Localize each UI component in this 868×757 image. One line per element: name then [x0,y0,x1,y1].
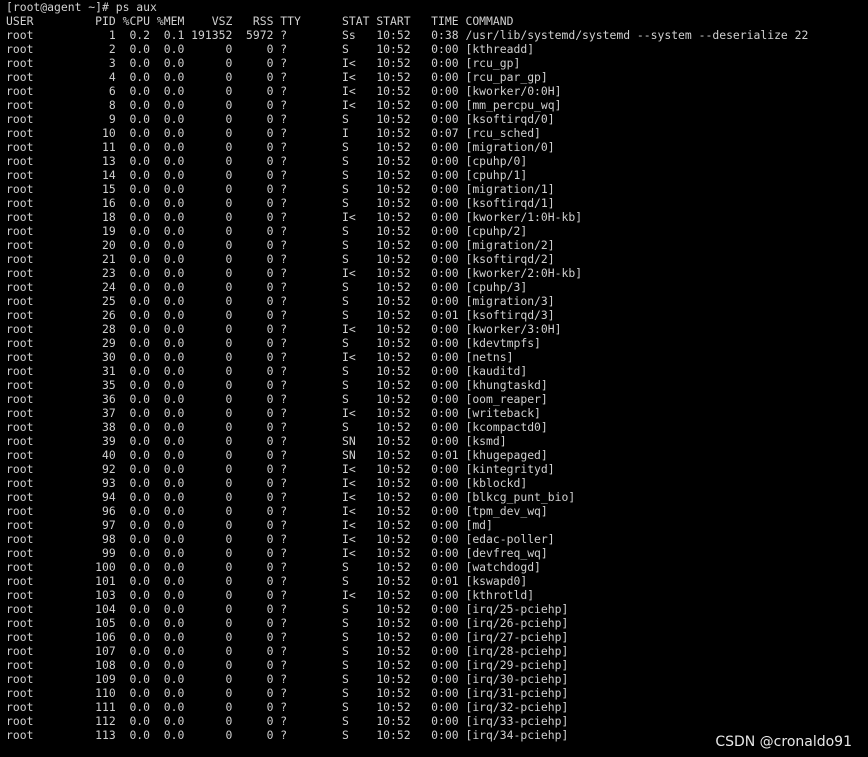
process-row: root 104 0.0 0.0 0 0 ? S 10:52 0:00 [irq… [6,602,569,616]
process-row: root 37 0.0 0.0 0 0 ? I< 10:52 0:00 [wri… [6,406,541,420]
process-row: root 29 0.0 0.0 0 0 ? S 10:52 0:00 [kdev… [6,336,541,350]
process-row: root 110 0.0 0.0 0 0 ? S 10:52 0:00 [irq… [6,686,569,700]
ps-header-row: USER PID %CPU %MEM VSZ RSS TTY STAT STAR… [6,14,514,28]
process-row: root 100 0.0 0.0 0 0 ? S 10:52 0:00 [wat… [6,560,541,574]
process-row: root 28 0.0 0.0 0 0 ? I< 10:52 0:00 [kwo… [6,322,562,336]
process-row: root 20 0.0 0.0 0 0 ? S 10:52 0:00 [migr… [6,238,555,252]
process-row: root 31 0.0 0.0 0 0 ? S 10:52 0:00 [kaud… [6,364,528,378]
process-row: root 92 0.0 0.0 0 0 ? I< 10:52 0:00 [kin… [6,462,555,476]
process-row: root 2 0.0 0.0 0 0 ? S 10:52 0:00 [kthre… [6,42,535,56]
process-row: root 93 0.0 0.0 0 0 ? I< 10:52 0:00 [kbl… [6,476,528,490]
process-row: root 19 0.0 0.0 0 0 ? S 10:52 0:00 [cpuh… [6,224,528,238]
process-row: root 4 0.0 0.0 0 0 ? I< 10:52 0:00 [rcu_… [6,70,548,84]
process-row: root 105 0.0 0.0 0 0 ? S 10:52 0:00 [irq… [6,616,569,630]
process-row: root 16 0.0 0.0 0 0 ? S 10:52 0:00 [ksof… [6,196,555,210]
csdn-watermark: CSDN @cronaldo91 [715,734,852,750]
process-row: root 39 0.0 0.0 0 0 ? SN 10:52 0:00 [ksm… [6,434,507,448]
process-row: root 30 0.0 0.0 0 0 ? I< 10:52 0:00 [net… [6,350,514,364]
process-row: root 109 0.0 0.0 0 0 ? S 10:52 0:00 [irq… [6,672,569,686]
process-row: root 112 0.0 0.0 0 0 ? S 10:52 0:00 [irq… [6,714,569,728]
process-row: root 94 0.0 0.0 0 0 ? I< 10:52 0:00 [blk… [6,490,576,504]
process-row: root 98 0.0 0.0 0 0 ? I< 10:52 0:00 [eda… [6,532,555,546]
process-row: root 36 0.0 0.0 0 0 ? S 10:52 0:00 [oom_… [6,392,548,406]
process-row: root 18 0.0 0.0 0 0 ? I< 10:52 0:00 [kwo… [6,210,583,224]
process-row: root 35 0.0 0.0 0 0 ? S 10:52 0:00 [khun… [6,378,548,392]
process-row: root 103 0.0 0.0 0 0 ? I< 10:52 0:00 [kt… [6,588,535,602]
process-row: root 108 0.0 0.0 0 0 ? S 10:52 0:00 [irq… [6,658,569,672]
process-row: root 15 0.0 0.0 0 0 ? S 10:52 0:00 [migr… [6,182,555,196]
process-row: root 97 0.0 0.0 0 0 ? I< 10:52 0:00 [md] [6,518,493,532]
process-row: root 13 0.0 0.0 0 0 ? S 10:52 0:00 [cpuh… [6,154,528,168]
process-row: root 26 0.0 0.0 0 0 ? S 10:52 0:01 [ksof… [6,308,555,322]
terminal-window[interactable]: [root@agent ~]# ps aux USER PID %CPU %ME… [0,0,868,757]
process-row: root 9 0.0 0.0 0 0 ? S 10:52 0:00 [ksoft… [6,112,555,126]
process-row: root 40 0.0 0.0 0 0 ? SN 10:52 0:01 [khu… [6,448,548,462]
process-row: root 23 0.0 0.0 0 0 ? I< 10:52 0:00 [kwo… [6,266,583,280]
process-row: root 96 0.0 0.0 0 0 ? I< 10:52 0:00 [tpm… [6,504,548,518]
process-row: root 10 0.0 0.0 0 0 ? I 10:52 0:07 [rcu_… [6,126,541,140]
process-row: root 38 0.0 0.0 0 0 ? S 10:52 0:00 [kcom… [6,420,548,434]
process-row: root 21 0.0 0.0 0 0 ? S 10:52 0:00 [ksof… [6,252,555,266]
process-row: root 8 0.0 0.0 0 0 ? I< 10:52 0:00 [mm_p… [6,98,562,112]
process-row: root 106 0.0 0.0 0 0 ? S 10:52 0:00 [irq… [6,630,569,644]
process-row: root 111 0.0 0.0 0 0 ? S 10:52 0:00 [irq… [6,700,569,714]
process-row: root 11 0.0 0.0 0 0 ? S 10:52 0:00 [migr… [6,140,555,154]
process-row: root 99 0.0 0.0 0 0 ? I< 10:52 0:00 [dev… [6,546,548,560]
process-row: root 6 0.0 0.0 0 0 ? I< 10:52 0:00 [kwor… [6,84,562,98]
process-row: root 1 0.2 0.1 191352 5972 ? Ss 10:52 0:… [6,28,809,42]
process-row: root 25 0.0 0.0 0 0 ? S 10:52 0:00 [migr… [6,294,555,308]
command-prompt: [root@agent ~]# ps aux [6,0,157,14]
process-row: root 107 0.0 0.0 0 0 ? S 10:52 0:00 [irq… [6,644,569,658]
process-list: root 1 0.2 0.1 191352 5972 ? Ss 10:52 0:… [6,28,868,742]
process-row: root 24 0.0 0.0 0 0 ? S 10:52 0:00 [cpuh… [6,280,528,294]
process-row: root 14 0.0 0.0 0 0 ? S 10:52 0:00 [cpuh… [6,168,528,182]
process-row: root 3 0.0 0.0 0 0 ? I< 10:52 0:00 [rcu_… [6,56,521,70]
process-row: root 101 0.0 0.0 0 0 ? S 10:52 0:01 [ksw… [6,574,528,588]
